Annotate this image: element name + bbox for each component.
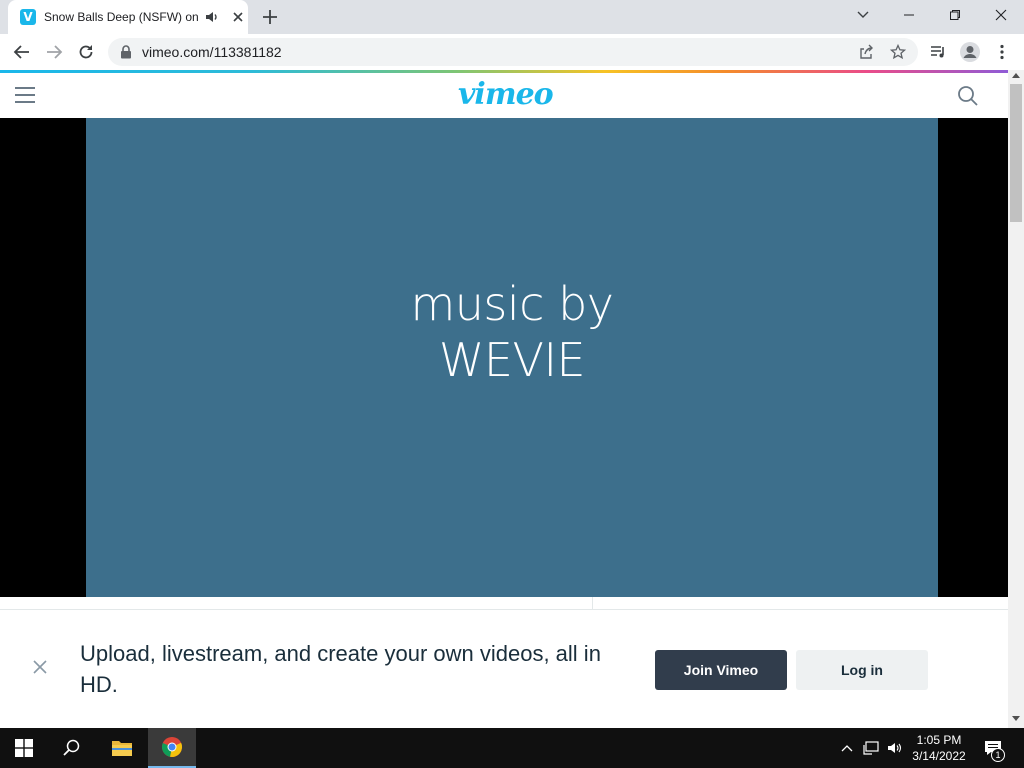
- bookmark-star-icon[interactable]: [888, 42, 908, 62]
- notification-count-badge: 1: [991, 748, 1005, 762]
- join-vimeo-button[interactable]: Join Vimeo: [655, 650, 787, 690]
- reload-icon[interactable]: [74, 40, 98, 64]
- clock-date: 3/14/2022: [912, 749, 966, 763]
- new-tab-plus-icon[interactable]: [258, 6, 282, 28]
- system-clock[interactable]: 1:05 PM 3/14/2022: [906, 732, 972, 764]
- close-window-icon[interactable]: [978, 0, 1024, 30]
- vimeo-logo[interactable]: vimeo: [458, 77, 554, 112]
- forward-arrow-icon[interactable]: [42, 40, 66, 64]
- clock-time: 1:05 PM: [916, 733, 962, 747]
- browser-toolbar: vimeo.com/113381182: [0, 34, 1024, 70]
- close-icon[interactable]: [32, 659, 48, 675]
- media-control-icon[interactable]: [926, 40, 950, 64]
- network-icon[interactable]: [862, 739, 880, 757]
- video-player[interactable]: music by WEVIE: [0, 118, 1008, 597]
- signup-banner: Upload, livestream, and create your own …: [0, 609, 1008, 728]
- restore-icon[interactable]: [932, 0, 978, 30]
- video-text-line-1: music by: [410, 277, 614, 331]
- back-arrow-icon[interactable]: [10, 40, 34, 64]
- taskbar-search-icon[interactable]: [48, 728, 96, 768]
- page-scrollbar[interactable]: [1008, 70, 1024, 728]
- lock-icon[interactable]: [120, 45, 132, 59]
- tab-close-icon[interactable]: [230, 9, 246, 25]
- banner-text: Upload, livestream, and create your own …: [80, 641, 601, 697]
- page-below-player: Upload, livestream, and create your own …: [0, 597, 1008, 728]
- hamburger-menu-icon[interactable]: [15, 87, 35, 105]
- tab-title: Snow Balls Deep (NSFW) on Vimeo: [44, 10, 200, 24]
- site-header: vimeo: [0, 73, 1008, 118]
- windows-taskbar: 1:05 PM 3/14/2022 1: [0, 728, 1024, 768]
- url-text[interactable]: vimeo.com/113381182: [142, 44, 282, 60]
- divider: [592, 597, 593, 609]
- scroll-up-arrow-icon[interactable]: [1012, 73, 1020, 78]
- scroll-down-arrow-icon[interactable]: [1012, 716, 1020, 721]
- volume-icon[interactable]: [886, 739, 904, 757]
- browser-tab[interactable]: V Snow Balls Deep (NSFW) on Vimeo: [8, 0, 248, 34]
- vimeo-favicon-icon: V: [20, 9, 36, 25]
- windows-start-icon[interactable]: [0, 728, 48, 768]
- video-title-card: music by WEVIE: [86, 276, 938, 388]
- show-hidden-icons-chevron-icon[interactable]: [838, 739, 856, 757]
- video-text-line-2: WEVIE: [438, 333, 586, 387]
- minimize-icon[interactable]: [886, 0, 932, 30]
- tab-strip: V Snow Balls Deep (NSFW) on Vimeo: [0, 0, 1024, 34]
- chrome-taskbar-icon[interactable]: [148, 728, 196, 768]
- profile-avatar-icon[interactable]: [958, 40, 982, 64]
- tab-search-chevron-icon[interactable]: [840, 0, 886, 30]
- speaker-icon[interactable]: [204, 9, 220, 25]
- address-bar[interactable]: vimeo.com/113381182: [108, 38, 918, 66]
- share-icon[interactable]: [856, 42, 876, 62]
- scroll-thumb[interactable]: [1010, 84, 1022, 222]
- video-frame[interactable]: music by WEVIE: [86, 118, 938, 597]
- browser-menu-icon[interactable]: [990, 40, 1014, 64]
- log-in-button[interactable]: Log in: [796, 650, 928, 690]
- file-explorer-icon[interactable]: [98, 728, 146, 768]
- search-icon[interactable]: [957, 85, 979, 107]
